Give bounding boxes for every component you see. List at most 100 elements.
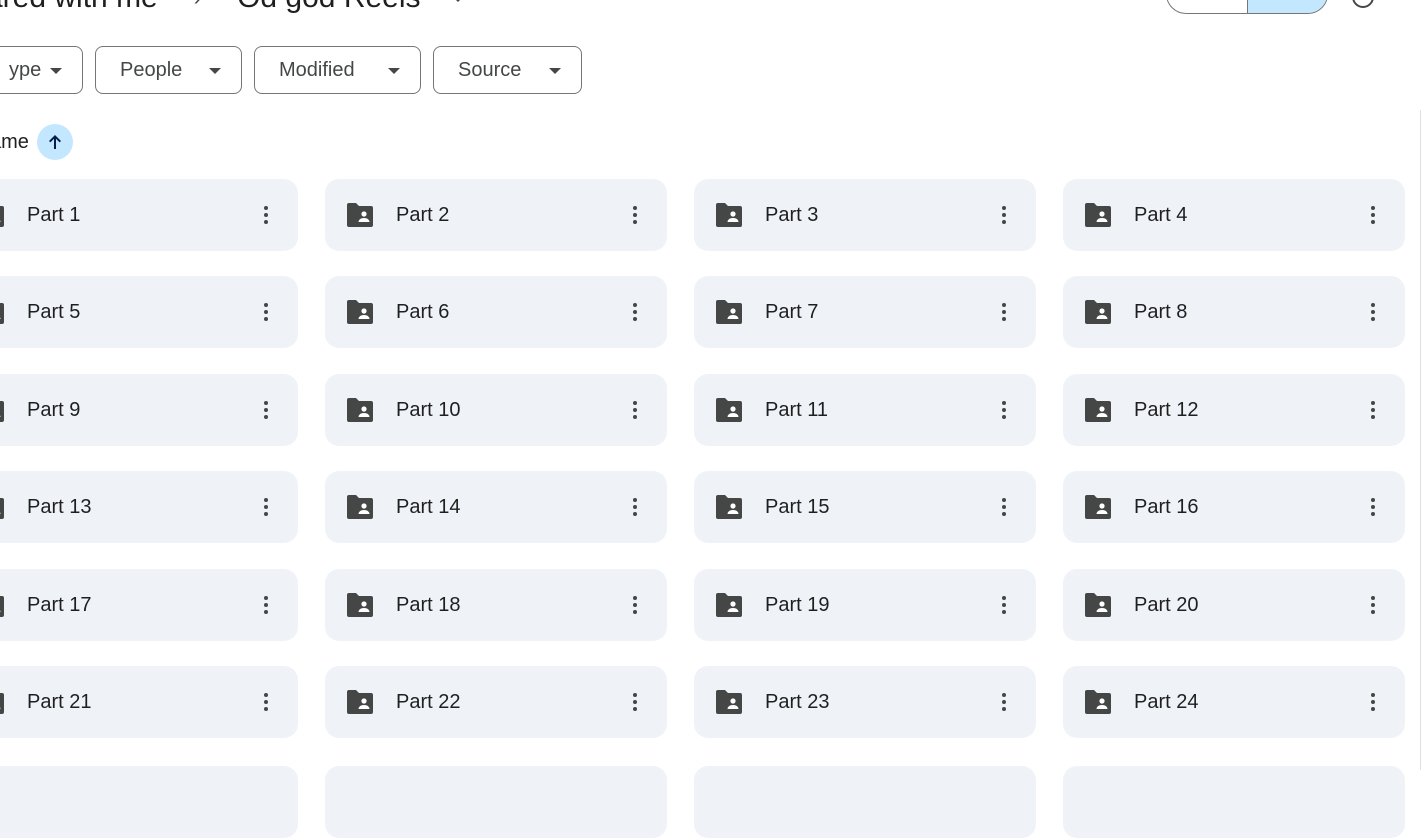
more-actions-icon[interactable] — [621, 396, 649, 424]
more-actions-icon[interactable] — [1359, 298, 1387, 326]
folder-tile-partial[interactable] — [325, 766, 667, 838]
folder-tile[interactable]: Part 19 — [694, 569, 1036, 641]
grid-view-button[interactable] — [1246, 0, 1327, 13]
folder-tile[interactable]: Part 3 — [694, 179, 1036, 251]
folder-name: Part 11 — [765, 399, 828, 421]
more-actions-icon[interactable] — [621, 493, 649, 521]
folder-name: Part 6 — [396, 301, 450, 323]
more-actions-icon[interactable] — [252, 201, 280, 229]
more-actions-icon[interactable] — [252, 591, 280, 619]
shared-folder-icon — [714, 299, 744, 325]
list-view-button[interactable] — [1167, 0, 1247, 13]
more-actions-icon[interactable] — [1359, 396, 1387, 424]
more-actions-icon[interactable] — [252, 493, 280, 521]
folder-tile[interactable]: Part 8 — [1063, 276, 1405, 348]
chevron-right-icon: › — [194, 0, 201, 11]
more-actions-icon[interactable] — [621, 201, 649, 229]
shared-folder-icon — [0, 494, 6, 520]
folder-tile[interactable]: Part 2 — [325, 179, 667, 251]
folder-name: Part 8 — [1134, 301, 1188, 323]
folder-tile-partial[interactable] — [1063, 766, 1405, 838]
shared-folder-icon — [1083, 299, 1113, 325]
more-actions-icon[interactable] — [621, 591, 649, 619]
view-toggle — [1166, 0, 1328, 14]
shared-folder-icon — [0, 397, 6, 423]
folder-tile[interactable]: Part 7 — [694, 276, 1036, 348]
folder-name: Part 18 — [396, 594, 461, 616]
folder-name: Part 13 — [27, 496, 92, 518]
more-actions-icon[interactable] — [1359, 201, 1387, 229]
folder-tile[interactable]: Part 16 — [1063, 471, 1405, 543]
folder-name: Part 19 — [765, 594, 830, 616]
shared-folder-icon — [714, 592, 744, 618]
arrow-up-icon — [48, 135, 61, 149]
dropdown-caret-icon — [549, 68, 561, 74]
list-view-icon — [1197, 0, 1217, 4]
folder-tile[interactable]: Part 18 — [325, 569, 667, 641]
filter-modified-label: Modified — [279, 58, 355, 81]
folder-tile[interactable]: Part 21 — [0, 666, 298, 738]
folder-tile[interactable]: Part 23 — [694, 666, 1036, 738]
folder-tile[interactable]: Part 9 — [0, 374, 298, 446]
more-actions-icon[interactable] — [990, 591, 1018, 619]
shared-folder-icon — [0, 299, 6, 325]
filter-people-chip[interactable]: People — [95, 46, 242, 94]
more-actions-icon[interactable] — [1359, 493, 1387, 521]
sort-name-label[interactable]: ame — [0, 131, 29, 154]
breadcrumb-shared-with-me[interactable]: ared with me — [0, 0, 158, 15]
more-actions-icon[interactable] — [252, 688, 280, 716]
sort-direction-button[interactable] — [36, 124, 73, 160]
shared-folder-icon — [345, 494, 375, 520]
shared-folder-icon — [714, 494, 744, 520]
more-actions-icon[interactable] — [252, 396, 280, 424]
folder-tile[interactable]: Part 15 — [694, 471, 1036, 543]
more-actions-icon[interactable] — [1359, 591, 1387, 619]
folder-tile[interactable]: Part 20 — [1063, 569, 1405, 641]
folder-tile[interactable]: Part 13 — [0, 471, 298, 543]
folder-name: Part 3 — [765, 204, 819, 226]
folder-tile[interactable]: Part 6 — [325, 276, 667, 348]
folder-tile[interactable]: Part 12 — [1063, 374, 1405, 446]
more-actions-icon[interactable] — [252, 298, 280, 326]
more-actions-icon[interactable] — [990, 201, 1018, 229]
more-actions-icon[interactable] — [621, 298, 649, 326]
shared-folder-icon — [0, 592, 6, 618]
filter-source-label: Source — [458, 58, 522, 81]
more-actions-icon[interactable] — [990, 298, 1018, 326]
folder-name: Part 22 — [396, 691, 461, 713]
folder-tile[interactable]: Part 22 — [325, 666, 667, 738]
folder-menu-caret-icon[interactable] — [450, 0, 465, 2]
scrollbar[interactable] — [1420, 110, 1426, 770]
folder-tile[interactable]: Part 14 — [325, 471, 667, 543]
folder-tile[interactable]: Part 10 — [325, 374, 667, 446]
shared-folder-icon — [0, 689, 6, 715]
folder-name: Part 12 — [1134, 399, 1199, 421]
info-icon[interactable] — [1352, 0, 1374, 8]
filter-source-chip[interactable]: Source — [433, 46, 582, 94]
more-actions-icon[interactable] — [621, 688, 649, 716]
folder-tile-partial[interactable] — [0, 766, 298, 838]
folder-name: Part 14 — [396, 496, 461, 518]
filter-modified-chip[interactable]: Modified — [254, 46, 421, 94]
folder-name: Part 16 — [1134, 496, 1199, 518]
folder-tile[interactable]: Part 24 — [1063, 666, 1405, 738]
shared-folder-icon — [345, 689, 375, 715]
folder-name: Part 21 — [27, 691, 92, 713]
more-actions-icon[interactable] — [990, 688, 1018, 716]
folder-name: Part 23 — [765, 691, 830, 713]
folder-tile[interactable]: Part 11 — [694, 374, 1036, 446]
more-actions-icon[interactable] — [990, 493, 1018, 521]
filter-type-chip[interactable]: ype — [0, 46, 83, 94]
more-actions-icon[interactable] — [1359, 688, 1387, 716]
dropdown-caret-icon — [209, 68, 221, 74]
folder-tile[interactable]: Part 17 — [0, 569, 298, 641]
folder-tile[interactable]: Part 4 — [1063, 179, 1405, 251]
folder-name: Part 10 — [396, 399, 461, 421]
breadcrumb-current-folder[interactable]: Od god Reels — [237, 0, 420, 15]
more-actions-icon[interactable] — [990, 396, 1018, 424]
folder-tile[interactable]: Part 5 — [0, 276, 298, 348]
folder-name: Part 1 — [27, 204, 81, 226]
folder-tile-partial[interactable] — [694, 766, 1036, 838]
shared-folder-icon — [0, 202, 6, 228]
folder-tile[interactable]: Part 1 — [0, 179, 298, 251]
